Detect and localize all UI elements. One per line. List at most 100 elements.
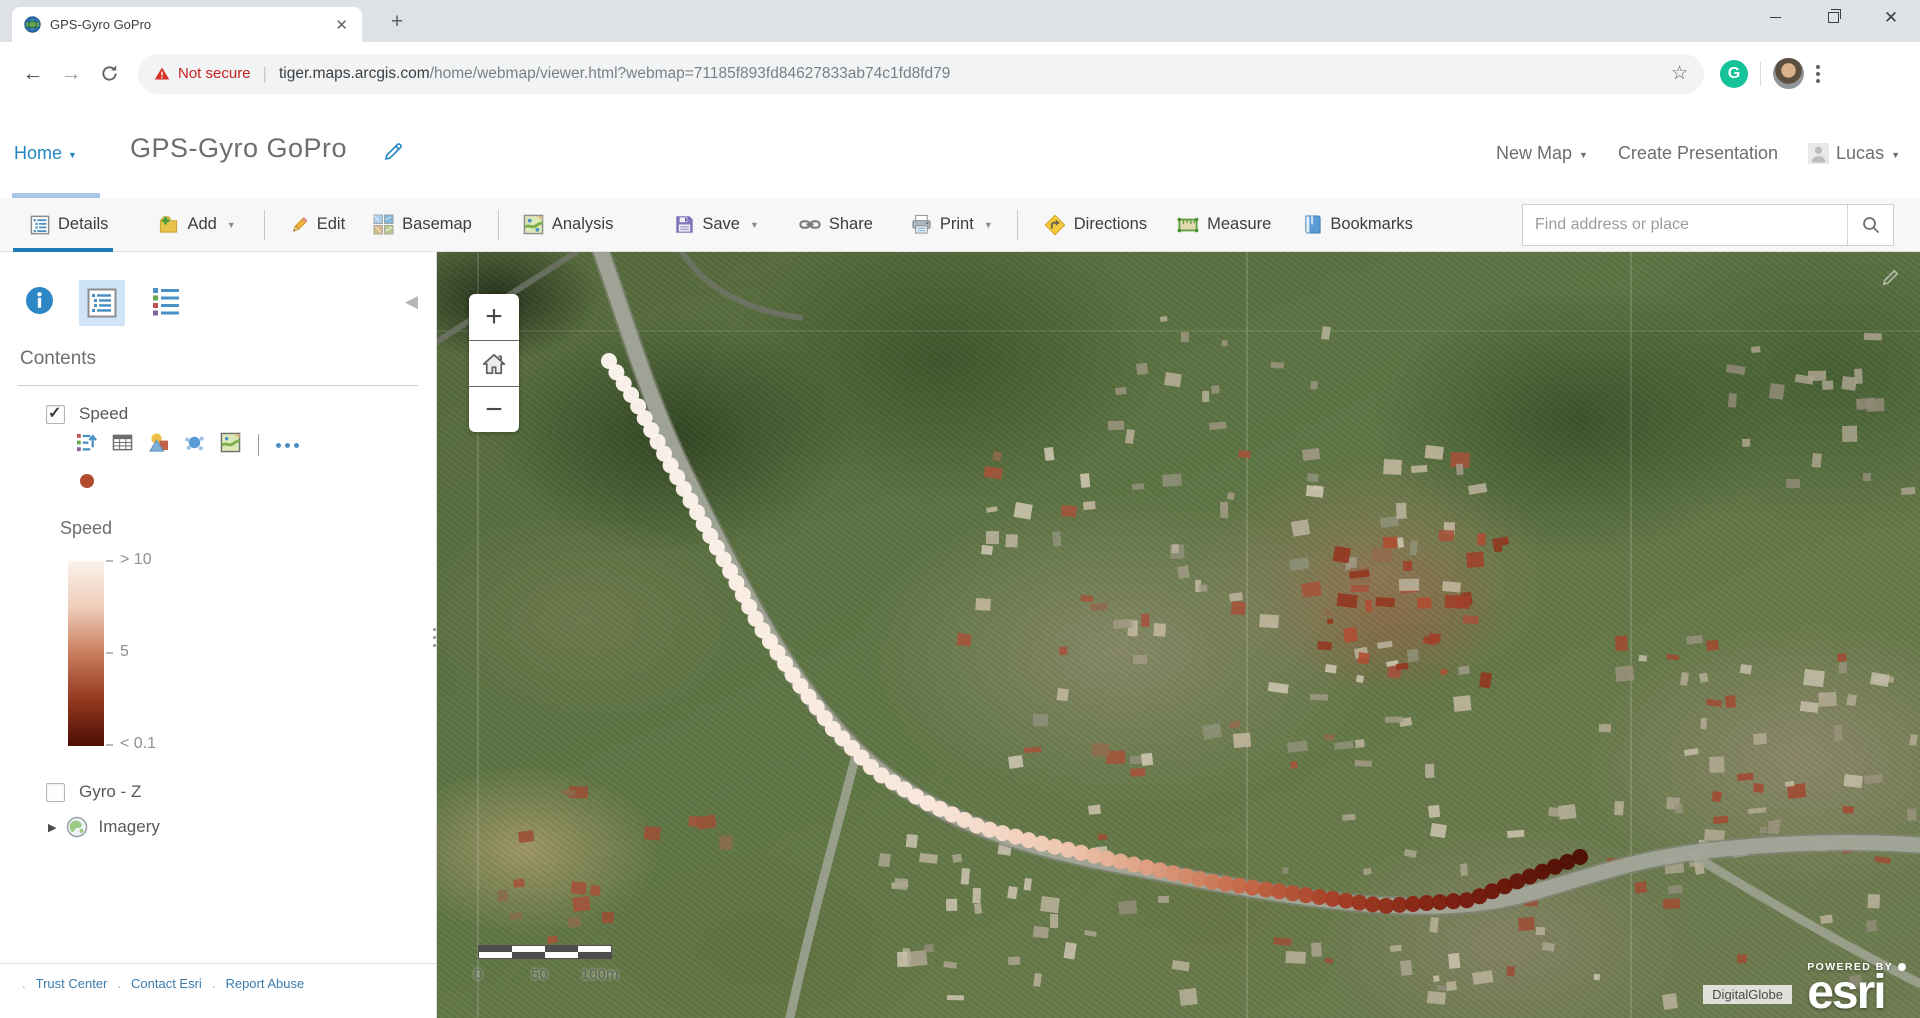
map-canvas	[437, 252, 1920, 1018]
toolbar-separator	[498, 210, 499, 240]
directions-label: Directions	[1074, 215, 1147, 234]
basemap-button[interactable]: Basemap	[373, 214, 472, 235]
more-options-button[interactable]	[276, 443, 299, 448]
show-table-button[interactable]	[112, 432, 133, 458]
new-tab-button[interactable]: +	[382, 9, 412, 35]
change-style-button[interactable]	[148, 432, 169, 458]
map-toolbar: Details Add ▼ Edit Basemap Analysis Save…	[0, 198, 1920, 252]
minimize-icon	[1770, 17, 1781, 18]
browser-window: GPS-Gyro GoPro ✕ + ✕ ← → Not secure | ti…	[0, 0, 1920, 1018]
window-close-button[interactable]: ✕	[1862, 0, 1920, 34]
legend-label-mid: 5	[120, 643, 129, 661]
about-panel-button[interactable]	[26, 287, 53, 319]
layer-checkbox-speed[interactable]	[46, 405, 65, 424]
modify-map-button[interactable]	[1881, 268, 1900, 292]
basemap-label: Basemap	[402, 215, 472, 234]
home-label: Home	[14, 143, 62, 164]
directions-button[interactable]: Directions	[1044, 214, 1147, 236]
zoom-control: + −	[469, 294, 519, 432]
measure-button[interactable]: Measure	[1177, 215, 1271, 235]
arcgis-globe-favicon-icon	[24, 16, 41, 33]
search-input[interactable]	[1523, 216, 1847, 234]
app-header: Home ▼ GPS-Gyro GoPro New Map ▼ Create P…	[0, 105, 1920, 198]
add-layer-icon	[158, 214, 179, 235]
directions-icon	[1044, 214, 1066, 236]
measure-label: Measure	[1207, 215, 1271, 234]
new-map-label: New Map	[1496, 143, 1572, 164]
chevron-down-icon: ▼	[1579, 150, 1588, 160]
print-label: Print	[940, 215, 974, 234]
browser-profile-avatar[interactable]	[1773, 58, 1804, 89]
window-minimize-button[interactable]	[1746, 0, 1804, 34]
url-domain: tiger.maps.arcgis.com	[279, 65, 430, 83]
edit-button[interactable]: Edit	[289, 215, 345, 235]
print-icon	[911, 214, 932, 235]
map-viewport[interactable]: + − 0 50 100m DigitalGlobe POWERED BY es…	[437, 252, 1920, 1018]
search-box	[1522, 204, 1894, 246]
add-button[interactable]: Add ▼	[158, 214, 235, 235]
browser-tab[interactable]: GPS-Gyro GoPro ✕	[12, 7, 362, 42]
divider	[18, 385, 418, 386]
forward-button[interactable]: →	[52, 55, 90, 93]
edit-pencil-icon	[289, 215, 309, 235]
legend-title: Speed	[60, 518, 112, 539]
trust-center-link[interactable]: Trust Center	[36, 976, 108, 991]
new-map-menu[interactable]: New Map ▼	[1496, 143, 1588, 164]
window-restore-button[interactable]	[1804, 0, 1862, 34]
contact-esri-link[interactable]: Contact Esri	[131, 976, 202, 991]
pencil-icon	[382, 141, 404, 163]
create-presentation-button[interactable]: Create Presentation	[1618, 143, 1778, 164]
style-shapes-icon	[148, 432, 169, 453]
zoom-out-button[interactable]: −	[469, 386, 519, 432]
esri-logo: POWERED BY esri	[1807, 961, 1906, 1014]
url-path: /home/webmap/viewer.html?webmap=71185f89…	[430, 65, 1663, 83]
layer-checkbox-gyro-z[interactable]	[46, 783, 65, 802]
user-name: Lucas	[1836, 143, 1884, 164]
perform-analysis-button[interactable]	[220, 432, 241, 458]
home-menu[interactable]: Home ▼	[14, 143, 77, 164]
legend-toggle-icon	[76, 432, 97, 453]
security-status[interactable]: Not secure	[178, 65, 251, 82]
report-abuse-link[interactable]: Report Abuse	[225, 976, 304, 991]
address-bar[interactable]: Not secure | tiger.maps.arcgis.com /home…	[138, 54, 1704, 94]
bookmarks-button[interactable]: Bookmarks	[1303, 214, 1413, 235]
edit-label: Edit	[317, 215, 345, 234]
search-button[interactable]	[1847, 205, 1893, 245]
share-button[interactable]: Share	[799, 215, 873, 234]
legend-gradient	[68, 561, 104, 746]
layer-row-imagery: ▶ Imagery	[48, 816, 160, 838]
scale-label: 0	[474, 966, 482, 983]
bookmark-star-icon[interactable]: ☆	[1671, 62, 1688, 85]
divider	[0, 963, 436, 964]
expand-arrow-icon[interactable]: ▶	[48, 821, 56, 834]
edit-title-button[interactable]	[382, 141, 404, 163]
zoom-in-button[interactable]: +	[469, 294, 519, 340]
imagery-globe-icon	[66, 816, 88, 838]
tab-details[interactable]: Details	[30, 215, 108, 235]
reload-button[interactable]	[90, 55, 128, 93]
esri-logo-dot	[1898, 963, 1906, 971]
panel-resize-handle[interactable]	[433, 628, 436, 647]
content-list-icon	[87, 288, 117, 318]
tab-close-icon[interactable]: ✕	[333, 16, 350, 34]
basemap-icon	[373, 214, 394, 235]
print-button[interactable]: Print ▼	[911, 214, 993, 235]
grammarly-extension-icon[interactable]: G	[1720, 60, 1748, 88]
hide-legend-button[interactable]	[76, 432, 97, 458]
bookmarks-label: Bookmarks	[1330, 215, 1413, 234]
home-icon	[481, 352, 507, 376]
warning-icon	[154, 66, 170, 81]
content-panel-button[interactable]	[79, 280, 125, 326]
user-menu[interactable]: Lucas ▼	[1808, 143, 1900, 164]
browser-menu-icon[interactable]	[1816, 65, 1820, 83]
chevron-down-icon: ▼	[227, 220, 236, 230]
home-extent-button[interactable]	[469, 340, 519, 386]
legend-panel-button[interactable]	[151, 286, 181, 321]
cluster-points-button[interactable]	[184, 432, 205, 458]
search-icon	[1861, 215, 1881, 235]
analysis-button[interactable]: Analysis	[523, 214, 613, 235]
save-button[interactable]: Save ▼	[675, 215, 759, 234]
collapse-panel-arrow[interactable]: ◀	[405, 292, 418, 312]
map-roads	[437, 252, 1920, 1018]
back-button[interactable]: ←	[14, 55, 52, 93]
